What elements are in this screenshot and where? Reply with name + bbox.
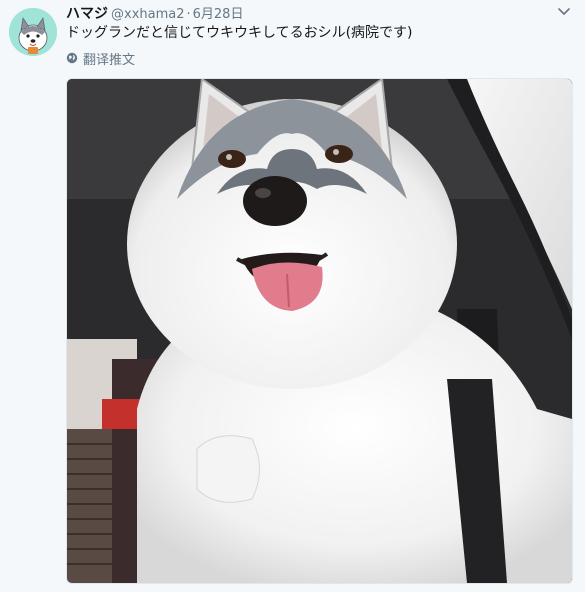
husky-photo	[67, 79, 572, 583]
tweet-photo[interactable]	[66, 78, 573, 584]
tweet: ハマジ @xxhama2 · 6月28日 ドッグランだと信じてウキウキしてるおシル(病…	[0, 0, 585, 592]
avatar[interactable]	[9, 8, 57, 56]
author-name[interactable]: ハマジ	[66, 6, 108, 22]
avatar-image	[9, 8, 57, 56]
translate-label[interactable]: 翻译推文	[83, 49, 135, 68]
author-handle[interactable]: @xxhama2	[111, 7, 185, 22]
separator: ·	[186, 7, 191, 22]
tweet-header: ハマジ @xxhama2 · 6月28日	[66, 3, 244, 22]
chevron-down-icon	[558, 8, 570, 15]
tweet-menu-button[interactable]	[556, 4, 572, 20]
tweet-date[interactable]: 6月28日	[193, 7, 244, 22]
globe-icon	[66, 52, 78, 64]
translate-tweet-link[interactable]: 翻译推文	[66, 49, 135, 68]
tweet-text: ドッグランだと信じてウキウキしてるおシル(病院です)	[66, 25, 413, 41]
